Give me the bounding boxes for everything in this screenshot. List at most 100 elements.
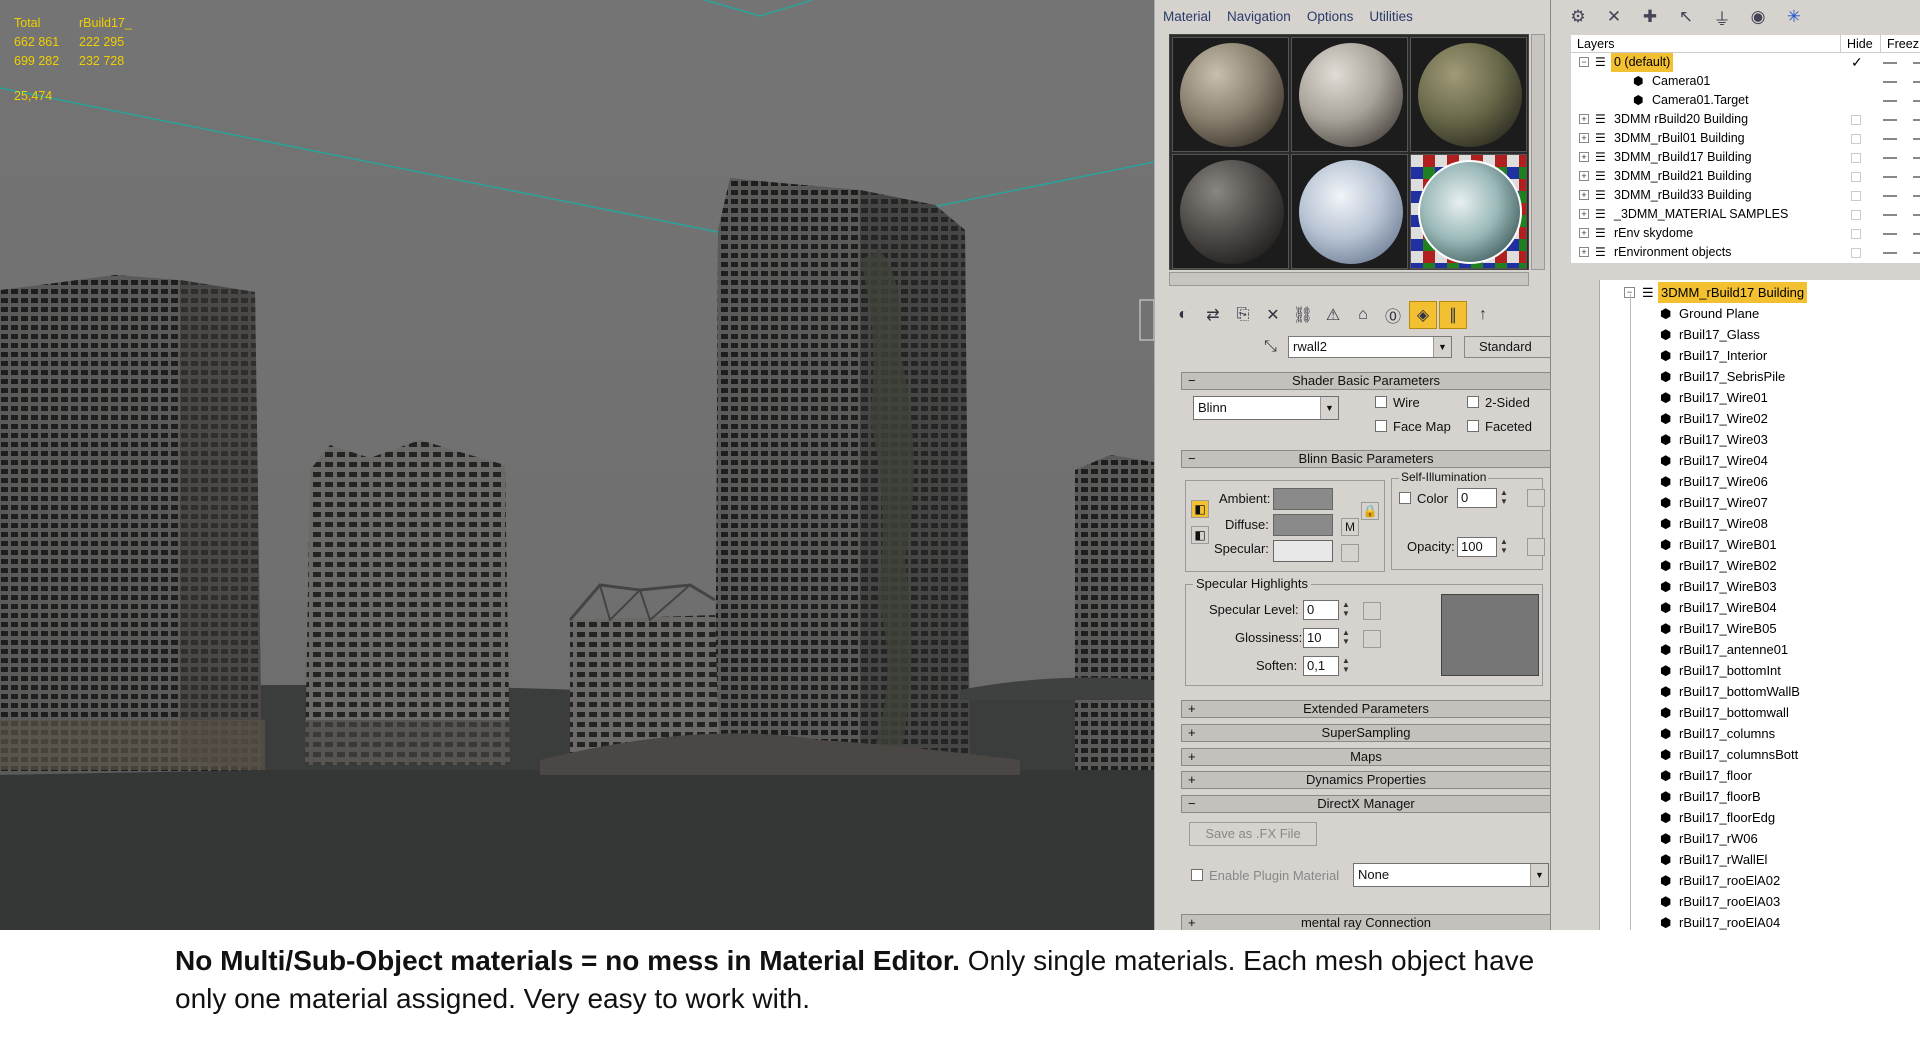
self-illum-color-checkbox[interactable] [1399, 492, 1411, 504]
rollout-supersampling[interactable]: + SuperSampling [1181, 724, 1550, 742]
layer-row[interactable]: ⬢ Camera01.Target [1571, 91, 1920, 110]
rollout-mental-ray[interactable]: + mental ray Connection [1181, 914, 1550, 930]
spinner-arrows-icon[interactable]: ▲ ▼ [1340, 628, 1352, 648]
object-row[interactable]: ⬢ rBuil17_rooElA03 [1600, 891, 1920, 912]
current-layer-box[interactable] [1851, 153, 1861, 163]
expand-icon[interactable]: + [1579, 171, 1589, 181]
freeze-toggle[interactable] [1913, 252, 1920, 254]
column-freeze[interactable]: Freez [1881, 35, 1920, 53]
ambient-lock-icon[interactable]: ◧ [1191, 500, 1209, 518]
object-row[interactable]: ⬢ rBuil17_rooElA04 [1600, 912, 1920, 930]
expand-icon[interactable]: + [1579, 228, 1589, 238]
object-row[interactable]: ⬢ rBuil17_columnsBott [1600, 744, 1920, 765]
assign-material-icon[interactable]: ⎘ [1229, 301, 1257, 329]
current-layer-box[interactable] [1851, 191, 1861, 201]
building-layer-row[interactable]: − ☰ 3DMM_rBuild17 Building [1600, 282, 1920, 303]
hide-toggle[interactable] [1883, 233, 1897, 235]
layer-row[interactable]: − ☰ 0 (default) ✓ [1571, 53, 1920, 72]
menu-material[interactable]: Material [1155, 6, 1219, 28]
object-row[interactable]: ⬢ rBuil17_Wire06 [1600, 471, 1920, 492]
glossiness-map-button[interactable] [1363, 630, 1381, 648]
collapse-icon[interactable]: − [1579, 57, 1589, 67]
select-icon[interactable]: ↖ [1671, 4, 1701, 30]
object-row[interactable]: ⬢ rBuil17_bottomInt [1600, 660, 1920, 681]
spinner-arrows-icon[interactable]: ▲ ▼ [1498, 488, 1510, 508]
hide-toggle[interactable] [1883, 81, 1897, 83]
make-unique-icon[interactable]: ⚠ [1319, 301, 1347, 329]
freeze-toggle[interactable] [1913, 138, 1920, 140]
specular-map-button[interactable] [1341, 544, 1359, 562]
freeze-toggle[interactable] [1913, 100, 1920, 102]
layer-row[interactable]: ⬢ Camera01 [1571, 72, 1920, 91]
specular-swatch[interactable] [1273, 540, 1333, 562]
object-row[interactable]: ⬢ rBuil17_bottomWallB [1600, 681, 1920, 702]
go-to-parent-icon[interactable]: ↑ [1469, 301, 1497, 329]
hide-toggle[interactable] [1883, 119, 1897, 121]
reset-material-icon[interactable]: ✕ [1259, 301, 1287, 329]
filter-icon[interactable]: ⏚ [1707, 4, 1737, 30]
faceted-checkbox[interactable] [1467, 420, 1479, 432]
opacity-map-button[interactable] [1527, 538, 1545, 556]
object-row[interactable]: ⬢ rBuil17_WireB03 [1600, 576, 1920, 597]
object-row[interactable]: ⬢ rBuil17_Wire03 [1600, 429, 1920, 450]
object-row[interactable]: ⬢ rBuil17_Wire01 [1600, 387, 1920, 408]
hide-toggle[interactable] [1883, 100, 1897, 102]
current-layer-box[interactable] [1851, 210, 1861, 220]
object-row[interactable]: ⬢ rBuil17_Glass [1600, 324, 1920, 345]
opacity-spinner[interactable]: 100 ▲ ▼ [1457, 537, 1508, 557]
expand-icon[interactable]: + [1579, 152, 1589, 162]
expand-icon[interactable]: + [1579, 209, 1589, 219]
object-row[interactable]: ⬢ rBuil17_rW06 [1600, 828, 1920, 849]
object-row[interactable]: ⬢ rBuil17_Wire02 [1600, 408, 1920, 429]
sample-slot[interactable] [1291, 154, 1408, 269]
sample-slot-selected[interactable] [1410, 154, 1527, 269]
display-geometry-icon[interactable]: ⚙ [1563, 4, 1593, 30]
self-illum-spinner[interactable]: 0 ▲ ▼ [1457, 488, 1508, 508]
hide-toggle[interactable] [1883, 157, 1897, 159]
object-row[interactable]: ⬢ rBuil17_antenne01 [1600, 639, 1920, 660]
object-row[interactable]: ⬢ rBuil17_rooElA02 [1600, 870, 1920, 891]
put-to-scene-icon[interactable]: ⇄ [1199, 301, 1227, 329]
material-id-icon[interactable]: ⓪ [1379, 301, 1407, 329]
hide-toggle[interactable] [1883, 176, 1897, 178]
object-row[interactable]: ⬢ rBuil17_rWallEl [1600, 849, 1920, 870]
get-material-icon[interactable]: ◐ [1169, 301, 1197, 329]
layer-row[interactable]: + ☰ 3DMM_rBuild17 Building [1571, 148, 1920, 167]
sample-slot[interactable] [1172, 154, 1289, 269]
freeze-toggle[interactable] [1913, 157, 1920, 159]
expand-icon[interactable]: + [1579, 190, 1589, 200]
hide-toggle[interactable] [1883, 138, 1897, 140]
ambient-swatch[interactable] [1273, 488, 1333, 510]
current-layer-box[interactable] [1851, 229, 1861, 239]
chevron-down-icon[interactable]: ▼ [1530, 864, 1548, 886]
diffuse-map-button[interactable]: M [1341, 518, 1359, 536]
freeze-toggle[interactable] [1913, 195, 1920, 197]
menu-navigation[interactable]: Navigation [1219, 6, 1299, 28]
layer-row[interactable]: + ☰ rEnv skydome [1571, 224, 1920, 243]
freeze-toggle[interactable] [1913, 214, 1920, 216]
object-row[interactable]: ⬢ rBuil17_floorEdg [1600, 807, 1920, 828]
hide-toggle[interactable] [1883, 195, 1897, 197]
specular-level-spinner[interactable]: 0 ▲ ▼ [1303, 600, 1350, 620]
freeze-toggle[interactable] [1913, 62, 1920, 64]
layer-row[interactable]: + ☰ 3DMM_rBuild33 Building [1571, 186, 1920, 205]
expand-icon[interactable]: + [1579, 133, 1589, 143]
expand-icon[interactable]: + [1579, 247, 1589, 257]
layer-row[interactable]: + ☰ 3DMM rBuild20 Building [1571, 110, 1920, 129]
freeze-toggle[interactable] [1913, 233, 1920, 235]
object-row[interactable]: ⬢ rBuil17_floor [1600, 765, 1920, 786]
sample-slot[interactable] [1172, 37, 1289, 152]
sample-slot[interactable] [1291, 37, 1408, 152]
menu-utilities[interactable]: Utilities [1361, 6, 1421, 28]
freeze-toggle[interactable] [1913, 176, 1920, 178]
face-map-checkbox[interactable] [1375, 420, 1387, 432]
3d-viewport[interactable]: Total rBuild17_ 662 861 222 295 699 282 232… [0, 0, 1154, 930]
hide-toggle[interactable] [1883, 214, 1897, 216]
layer-row[interactable]: + ☰ _3DMM_MATERIAL SAMPLES [1571, 205, 1920, 224]
plugin-dropdown[interactable]: None ▼ [1353, 863, 1549, 887]
sample-slot[interactable] [1410, 37, 1527, 152]
glossiness-spinner[interactable]: 10 ▲ ▼ [1303, 628, 1350, 648]
menu-options[interactable]: Options [1299, 6, 1362, 28]
current-layer-check-icon[interactable]: ✓ [1851, 53, 1863, 72]
object-row[interactable]: ⬢ rBuil17_WireB04 [1600, 597, 1920, 618]
